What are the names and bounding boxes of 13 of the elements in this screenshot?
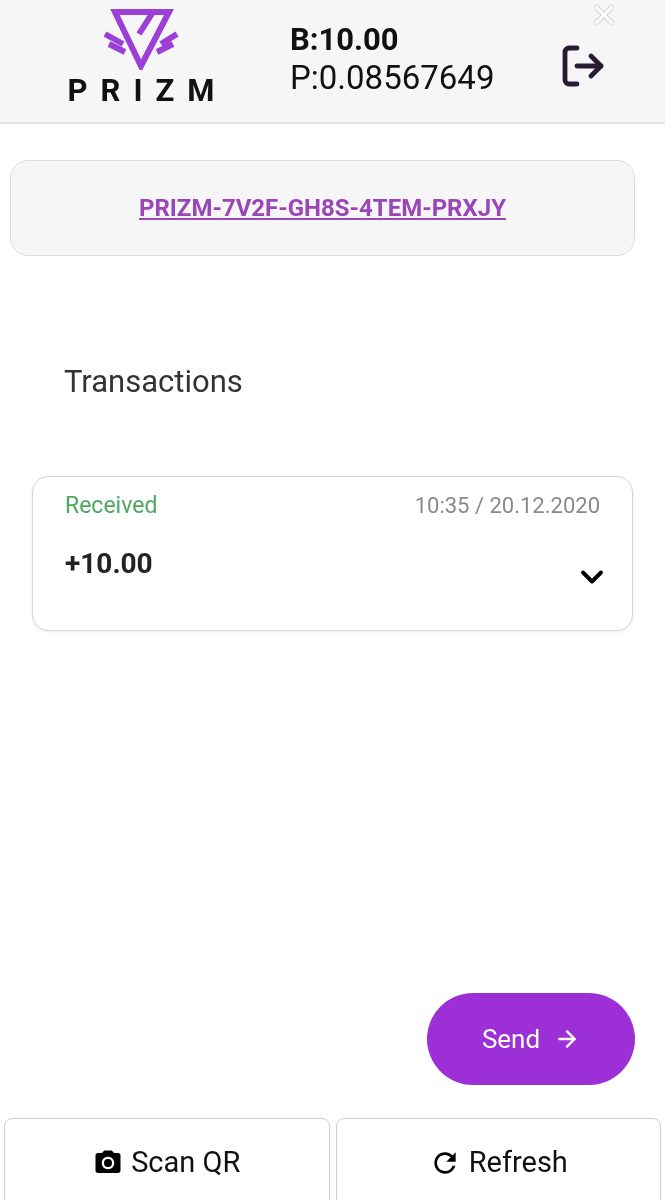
transaction-amount: +10.00 xyxy=(65,547,153,581)
refresh-button[interactable]: Refresh xyxy=(335,1118,661,1200)
balance-text: B:10.00 xyxy=(290,22,400,58)
scan-qr-button[interactable]: Scan QR xyxy=(4,1118,330,1200)
transaction-card[interactable]: Received 10:35 / 20.12.2020 +10.00 xyxy=(32,476,633,631)
transaction-status: Received xyxy=(65,491,158,521)
address-link[interactable]: PRIZM-7V2F-GH8S-4TEM-PRXJY xyxy=(139,190,506,226)
logo-triangle-icon xyxy=(103,8,179,70)
transactions-heading: Transactions xyxy=(64,362,244,402)
logo-text: PRIZM xyxy=(66,76,228,106)
transaction-time: 10:35 / 20.12.2020 xyxy=(414,492,600,520)
send-button[interactable]: Send xyxy=(427,993,635,1085)
price-text: P:0.08567649 xyxy=(290,58,495,98)
